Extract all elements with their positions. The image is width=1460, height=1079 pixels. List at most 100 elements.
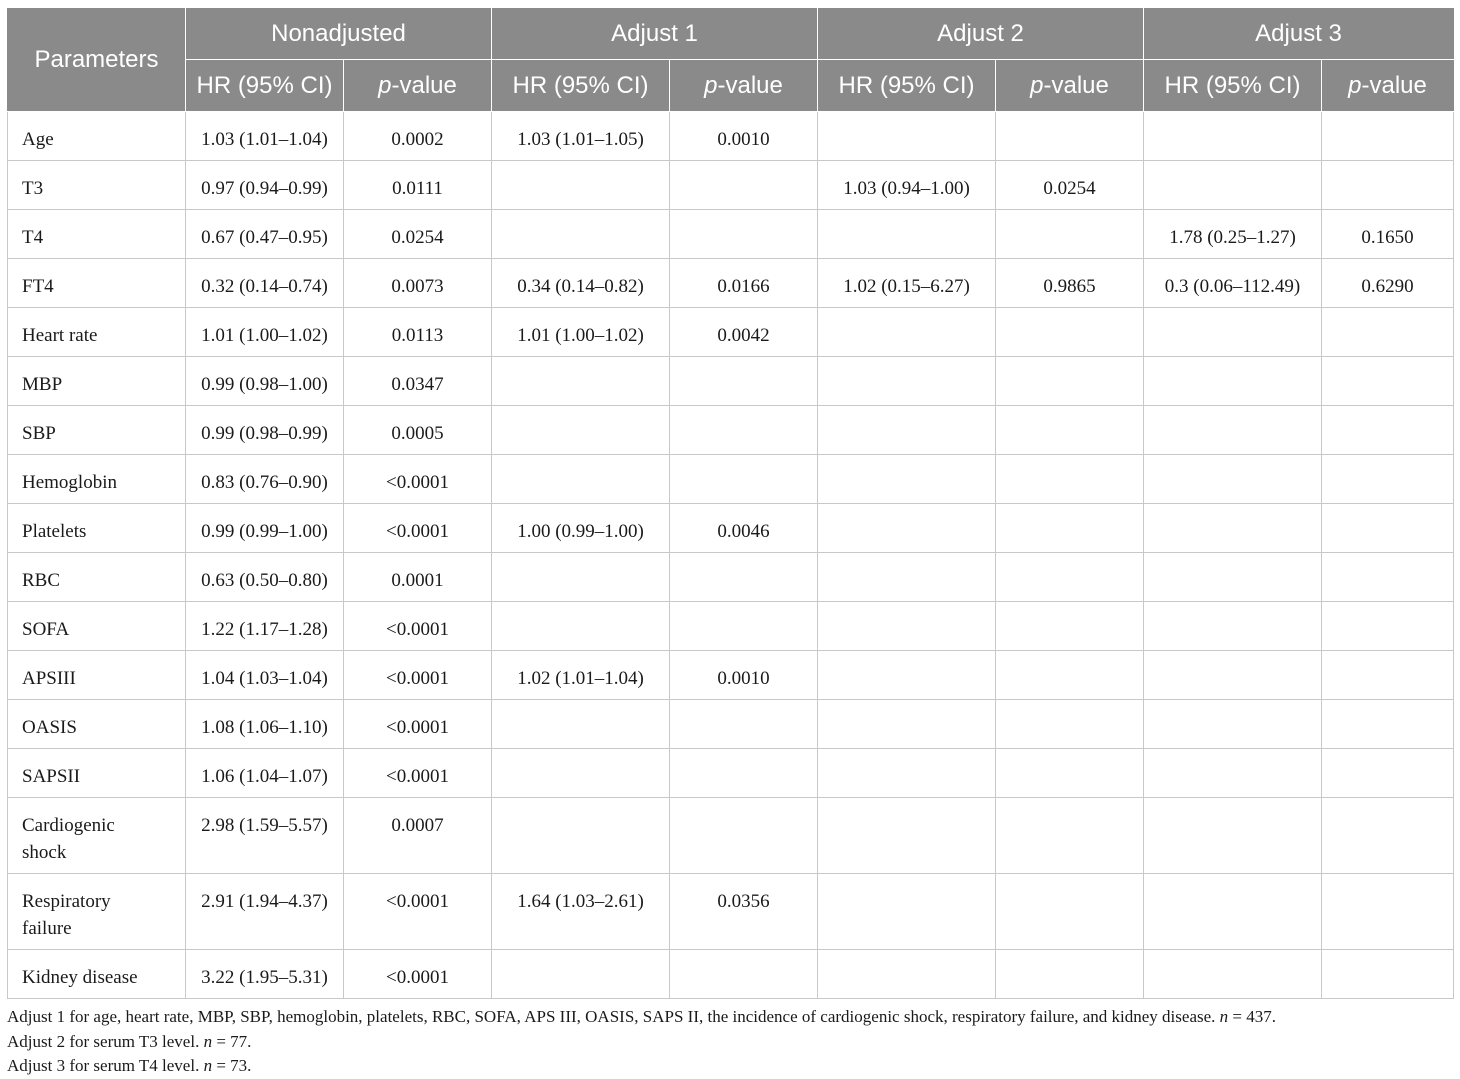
p-value-cell: 0.0005 (342, 405, 493, 455)
hr-ci-cell (1143, 949, 1323, 999)
p-value-cell (995, 356, 1145, 406)
results-table-container: Parameters Nonadjusted Adjust 1 Adjust 2… (7, 8, 1455, 1079)
hr-ci-cell (817, 209, 997, 259)
row-label-line: failure (22, 918, 72, 939)
p-value-cell: 0.0254 (342, 209, 493, 259)
row-label: Platelets (7, 503, 186, 553)
hr-ci-cell (817, 699, 997, 749)
header-p-adjust-3: p-value (1321, 59, 1455, 112)
hr-ci-cell (491, 601, 671, 651)
hr-ci-cell: 1.22 (1.17–1.28) (185, 601, 344, 651)
p-value-cell (1321, 601, 1455, 651)
p-value-cell: <0.0001 (342, 503, 493, 553)
table-row: MBP 0.99 (0.98–1.00) 0.0347 (7, 356, 1455, 406)
header-p-adjust-1: p-value (669, 59, 819, 112)
header-hr-adjust-2: HR (95% CI) (817, 59, 997, 112)
table-row: Respiratory failure 2.91 (1.94–4.37) <0.000… (7, 873, 1455, 950)
hr-ci-cell (491, 209, 671, 259)
hr-ci-cell (1143, 307, 1323, 357)
p-value-cell (995, 748, 1145, 798)
hr-ci-cell (1143, 160, 1323, 210)
hr-ci-cell (491, 949, 671, 999)
p-value-cell (669, 160, 819, 210)
row-label-line: shock (22, 842, 67, 863)
row-label: Kidney disease (7, 949, 186, 999)
p-value-cell: <0.0001 (342, 949, 493, 999)
p-value-cell: <0.0001 (342, 601, 493, 651)
row-label: FT4 (7, 258, 186, 308)
p-value-cell (669, 552, 819, 602)
hr-ci-cell (817, 307, 997, 357)
hr-ci-cell (817, 601, 997, 651)
hr-ci-cell: 1.02 (1.01–1.04) (491, 650, 671, 700)
p-value-cell: <0.0001 (342, 454, 493, 504)
table-row: SBP 0.99 (0.98–0.99) 0.0005 (7, 405, 1455, 455)
row-label: SBP (7, 405, 186, 455)
hr-ci-cell: 1.04 (1.03–1.04) (185, 650, 344, 700)
hr-ci-cell (491, 748, 671, 798)
hr-ci-cell: 1.03 (1.01–1.04) (185, 111, 344, 161)
hr-ci-cell (491, 454, 671, 504)
hr-ci-cell (1143, 699, 1323, 749)
hr-ci-cell (491, 160, 671, 210)
hazard-ratio-table: Parameters Nonadjusted Adjust 1 Adjust 2… (7, 8, 1455, 999)
hr-ci-cell: 0.3 (0.06–112.49) (1143, 258, 1323, 308)
p-value-cell: 0.0347 (342, 356, 493, 406)
hr-ci-cell: 0.32 (0.14–0.74) (185, 258, 344, 308)
row-label: Age (7, 111, 186, 161)
p-value-cell (1321, 699, 1455, 749)
row-label-line: Respiratory (22, 891, 111, 912)
table-row: Hemoglobin 0.83 (0.76–0.90) <0.0001 (7, 454, 1455, 504)
hr-ci-cell (817, 748, 997, 798)
table-row: Kidney disease 3.22 (1.95–5.31) <0.0001 (7, 949, 1455, 999)
hr-ci-cell: 3.22 (1.95–5.31) (185, 949, 344, 999)
table-row: Heart rate 1.01 (1.00–1.02) 0.0113 1.01 (1.… (7, 307, 1455, 357)
p-value-cell (1321, 797, 1455, 874)
hr-ci-cell (817, 797, 997, 874)
header-parameters: Parameters (7, 8, 186, 112)
hr-ci-cell (1143, 552, 1323, 602)
row-label: Respiratory failure (7, 873, 186, 950)
hr-ci-cell: 1.64 (1.03–2.61) (491, 873, 671, 950)
p-value-cell (1321, 873, 1455, 950)
p-value-cell (1321, 748, 1455, 798)
p-value-cell (995, 797, 1145, 874)
p-value-cell: 0.0010 (669, 650, 819, 700)
p-value-cell (995, 405, 1145, 455)
hr-ci-cell: 0.63 (0.50–0.80) (185, 552, 344, 602)
hr-ci-cell: 2.91 (1.94–4.37) (185, 873, 344, 950)
hr-ci-cell: 0.99 (0.99–1.00) (185, 503, 344, 553)
hr-ci-cell (1143, 873, 1323, 950)
hr-ci-cell (817, 552, 997, 602)
table-row: Platelets 0.99 (0.99–1.00) <0.0001 1.00 (0.… (7, 503, 1455, 553)
table-row: RBC 0.63 (0.50–0.80) 0.0001 (7, 552, 1455, 602)
hr-ci-cell (1143, 601, 1323, 651)
header-group-nonadjusted: Nonadjusted (184, 8, 493, 60)
p-value-cell: <0.0001 (342, 650, 493, 700)
row-label: T3 (7, 160, 186, 210)
hr-ci-cell (1143, 503, 1323, 553)
hr-ci-cell (491, 797, 671, 874)
table-header: Parameters Nonadjusted Adjust 1 Adjust 2… (7, 8, 1455, 112)
p-value-cell (995, 209, 1145, 259)
hr-ci-cell (491, 699, 671, 749)
row-label: APSIII (7, 650, 186, 700)
table-row: SAPSII 1.06 (1.04–1.07) <0.0001 (7, 748, 1455, 798)
hr-ci-cell: 1.06 (1.04–1.07) (185, 748, 344, 798)
p-value-cell: <0.0001 (342, 748, 493, 798)
header-hr-adjust-1: HR (95% CI) (491, 59, 671, 112)
hr-ci-cell (817, 949, 997, 999)
hr-ci-cell: 0.97 (0.94–0.99) (185, 160, 344, 210)
hr-ci-cell (817, 405, 997, 455)
table-body: Age 1.03 (1.01–1.04) 0.0002 1.03 (1.01–1.05… (7, 111, 1455, 999)
row-label: MBP (7, 356, 186, 406)
hr-ci-cell: 2.98 (1.59–5.57) (185, 797, 344, 874)
p-value-cell: 0.0002 (342, 111, 493, 161)
p-value-cell: <0.0001 (342, 873, 493, 950)
p-value-cell (995, 601, 1145, 651)
p-value-cell (1321, 552, 1455, 602)
p-value-cell: 0.0046 (669, 503, 819, 553)
p-value-cell (995, 873, 1145, 950)
p-value-cell: 0.0254 (995, 160, 1145, 210)
p-value-cell: 0.0042 (669, 307, 819, 357)
